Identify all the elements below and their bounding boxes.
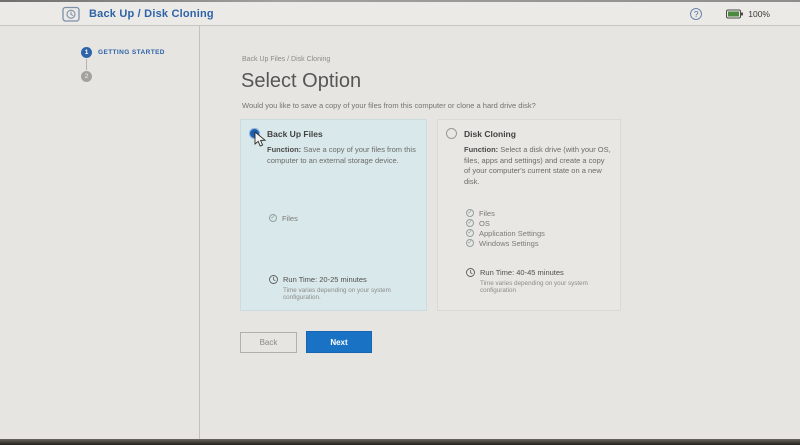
function-label: Function:	[267, 145, 301, 154]
back-button[interactable]: Back	[240, 332, 297, 353]
runtime-label: Run Time: 20-25 minutes	[283, 275, 367, 284]
check-circle-icon: ✓	[466, 239, 474, 247]
feature-label: Files	[282, 214, 298, 223]
list-item: ✓ Windows Settings	[466, 238, 545, 248]
clone-option-header: Disk Cloning	[446, 128, 516, 139]
runtime-note: Time varies depending on your system con…	[283, 287, 420, 301]
clone-features-list: ✓ Files ✓ OS ✓ Application Settings ✓ Wi…	[466, 208, 545, 248]
option-card-disk-cloning[interactable]: Disk Cloning Function: Select a disk dri…	[437, 119, 621, 311]
runtime-note: Time varies depending on your system con…	[480, 280, 614, 294]
function-label: Function:	[464, 145, 498, 154]
feature-label: Files	[479, 209, 495, 218]
backup-features-list: ✓ Files	[269, 213, 298, 223]
header-right: ? 100%	[690, 8, 770, 20]
app-header: Back Up / Disk Cloning ? 100%	[0, 2, 800, 26]
feature-label: Application Settings	[479, 229, 545, 238]
list-item: ✓ Application Settings	[466, 228, 545, 238]
app-title: Back Up / Disk Cloning	[89, 8, 214, 20]
stepper: 1 GETTING STARTED 2	[81, 47, 165, 82]
next-button[interactable]: Next	[306, 331, 372, 353]
main-content: Back Up Files / Disk Cloning Select Opti…	[201, 26, 800, 445]
clone-runtime: Run Time: 40-45 minutes Time varies depe…	[466, 268, 614, 294]
battery-status: 100%	[726, 9, 770, 19]
step-1-circle: 1	[81, 47, 92, 58]
backup-clock-icon	[62, 5, 80, 22]
step-getting-started[interactable]: 1 GETTING STARTED	[81, 47, 165, 58]
list-item: ✓ Files	[466, 208, 545, 218]
clock-icon	[466, 268, 475, 277]
runtime-label: Run Time: 40-45 minutes	[480, 268, 564, 277]
help-icon[interactable]: ?	[690, 8, 702, 20]
step-1-label: GETTING STARTED	[98, 49, 165, 56]
page-subtitle: Would you like to save a copy of your fi…	[242, 101, 536, 110]
step-connector	[86, 59, 87, 70]
clock-icon	[269, 275, 278, 284]
app-window: Back Up / Disk Cloning ? 100% 1 GETTING …	[0, 0, 800, 445]
feature-label: OS	[479, 219, 490, 228]
screen-edge-top	[0, 0, 800, 2]
runtime-row: Run Time: 20-25 minutes	[269, 275, 420, 284]
battery-percent: 100%	[748, 9, 770, 19]
page-title: Select Option	[241, 70, 361, 93]
battery-icon	[726, 9, 743, 19]
runtime-row: Run Time: 40-45 minutes	[466, 268, 614, 277]
sidebar-stepper: 1 GETTING STARTED 2	[0, 26, 200, 439]
backup-runtime: Run Time: 20-25 minutes Time varies depe…	[269, 275, 420, 301]
action-buttons: Back Next	[240, 331, 372, 353]
backup-option-label: Back Up Files	[267, 129, 323, 139]
radio-disk-cloning[interactable]	[446, 128, 457, 139]
mouse-cursor-icon	[254, 132, 267, 148]
clone-option-label: Disk Cloning	[464, 129, 516, 139]
check-circle-icon: ✓	[466, 219, 474, 227]
check-circle-icon: ✓	[466, 209, 474, 217]
check-circle-icon: ✓	[466, 229, 474, 237]
check-circle-icon: ✓	[269, 214, 277, 222]
option-cards: Back Up Files Function: Save a copy of y…	[240, 119, 621, 311]
feature-label: Windows Settings	[479, 239, 539, 248]
clone-function-text: Function: Select a disk drive (with your…	[464, 145, 612, 187]
list-item: ✓ OS	[466, 218, 545, 228]
option-card-backup-files[interactable]: Back Up Files Function: Save a copy of y…	[240, 119, 427, 311]
backup-function-text: Function: Save a copy of your files from…	[267, 145, 418, 166]
screen-edge-bottom	[0, 439, 800, 445]
step-2-circle: 2	[81, 71, 92, 82]
breadcrumb[interactable]: Back Up Files / Disk Cloning	[242, 56, 330, 63]
list-item: ✓ Files	[269, 213, 298, 223]
step-2[interactable]: 2	[81, 71, 165, 82]
